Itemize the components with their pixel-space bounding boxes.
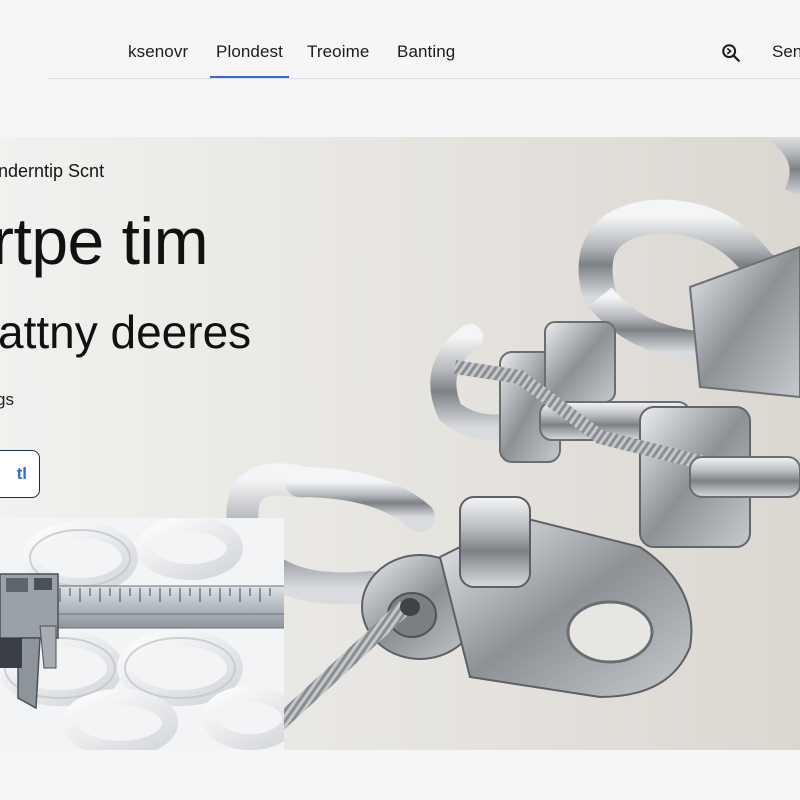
hero-eyebrow: nderntip Scnt bbox=[0, 161, 105, 181]
search-icon[interactable] bbox=[720, 42, 742, 64]
hero-subtext: gs bbox=[0, 390, 14, 409]
caliper-image bbox=[0, 518, 284, 750]
hero-cta-button[interactable]: tl bbox=[0, 450, 40, 498]
nav-item-3[interactable]: Treoime bbox=[307, 42, 369, 62]
nav-item-4[interactable]: Banting bbox=[397, 42, 455, 62]
hero-headline-line-2: attny dеeres bbox=[0, 306, 252, 358]
page: ksenovr Plondest Treoime Banting Sen nde… bbox=[0, 0, 800, 800]
nav-item-1[interactable]: ksenovr bbox=[128, 42, 188, 62]
hero-headline-line-1: rtpe tim bbox=[0, 204, 209, 278]
nav-item-2-active[interactable]: Plondest bbox=[210, 42, 289, 78]
caliper-thumbnail[interactable] bbox=[0, 518, 284, 750]
top-navigation: ksenovr Plondest Treoime Banting Sen bbox=[48, 30, 800, 79]
nav-right-link[interactable]: Sen bbox=[772, 42, 800, 62]
